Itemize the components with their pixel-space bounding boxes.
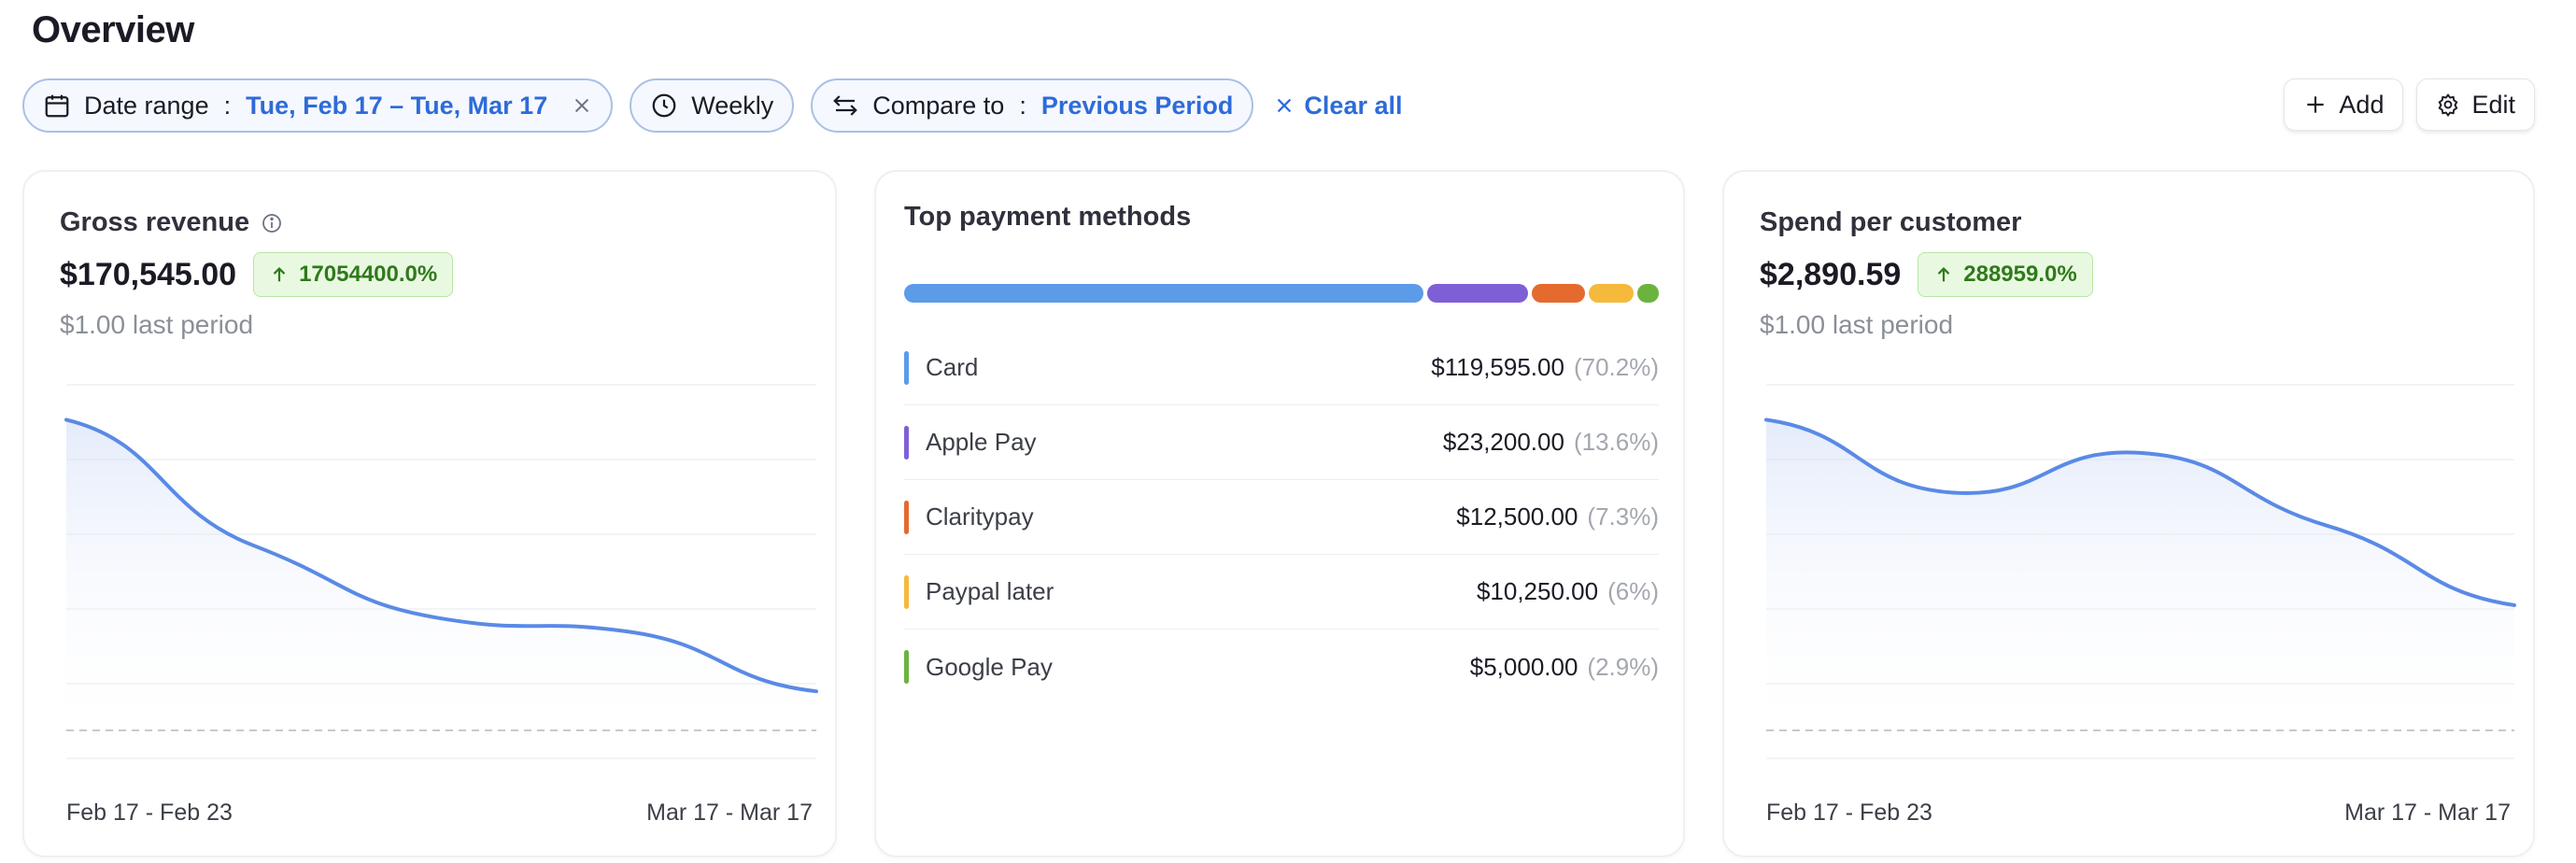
series-marker bbox=[904, 425, 909, 460]
x-axis-end-label: Mar 17 - Mar 17 bbox=[646, 799, 813, 826]
payment-share-bar bbox=[904, 284, 1659, 303]
share-segment bbox=[1589, 284, 1634, 303]
plus-icon bbox=[2303, 92, 2328, 117]
interval-filter[interactable]: Weekly bbox=[630, 78, 795, 133]
edit-button[interactable]: Edit bbox=[2416, 78, 2535, 131]
payment-method-percent: (6%) bbox=[1607, 577, 1659, 605]
compare-label: Compare to bbox=[872, 91, 1005, 120]
series-marker bbox=[904, 650, 909, 684]
payment-method-amount: $119,595.00 bbox=[1431, 353, 1564, 381]
compare-separator: : bbox=[1019, 91, 1026, 120]
list-item: Paypal later $10,250.00 (6%) bbox=[904, 555, 1659, 630]
share-segment bbox=[1426, 284, 1528, 303]
x-axis-start-label: Feb 17 - Feb 23 bbox=[1766, 799, 1932, 826]
list-item: Apple Pay $23,200.00 (13.6%) bbox=[904, 405, 1659, 480]
filter-bar: Date range : Tue, Feb 17 – Tue, Mar 17 W… bbox=[22, 78, 1402, 133]
payment-methods-title: Top payment methods bbox=[904, 202, 1192, 232]
share-segment bbox=[1637, 284, 1659, 303]
date-range-separator: : bbox=[223, 91, 232, 120]
payment-methods-card[interactable]: Top payment methods Card $119,595.00 (70… bbox=[874, 170, 1685, 857]
series-marker bbox=[904, 500, 909, 534]
list-item: Google Pay $5,000.00 (2.9%) bbox=[904, 630, 1659, 704]
spend-per-customer-card[interactable]: Spend per customer $2,890.59 288959.0% $… bbox=[1722, 170, 2535, 857]
payment-method-amount: $23,200.00 bbox=[1442, 428, 1564, 456]
share-segment bbox=[1531, 284, 1586, 303]
date-range-value: Tue, Feb 17 – Tue, Mar 17 bbox=[246, 91, 548, 120]
share-segment bbox=[904, 284, 1423, 303]
x-axis-end-label: Mar 17 - Mar 17 bbox=[2344, 799, 2511, 826]
spend-per-customer-chart bbox=[1764, 384, 2516, 759]
series-marker bbox=[904, 574, 909, 609]
interval-label: Weekly bbox=[691, 91, 774, 120]
payment-method-name: Card bbox=[926, 353, 979, 381]
add-button[interactable]: Add bbox=[2284, 78, 2404, 131]
series-marker bbox=[904, 350, 909, 385]
edit-button-label: Edit bbox=[2471, 90, 2515, 119]
payment-method-name: Paypal later bbox=[926, 577, 1054, 605]
payment-methods-list: Card $119,595.00 (70.2%) Apple Pay $23,2… bbox=[904, 331, 1659, 704]
payment-method-amount: $10,250.00 bbox=[1476, 577, 1599, 605]
payment-method-name: Apple Pay bbox=[926, 428, 1037, 456]
close-icon[interactable] bbox=[572, 95, 592, 116]
payment-method-name: Google Pay bbox=[926, 652, 1053, 681]
clear-all-button[interactable]: Clear all bbox=[1274, 92, 1402, 120]
gross-revenue-chart bbox=[64, 384, 818, 759]
list-item: Card $119,595.00 (70.2%) bbox=[904, 331, 1659, 405]
x-axis-start-label: Feb 17 - Feb 23 bbox=[66, 799, 233, 826]
payment-method-amount: $5,000.00 bbox=[1469, 652, 1578, 681]
close-icon bbox=[1274, 95, 1295, 116]
payment-method-percent: (7.3%) bbox=[1587, 502, 1659, 531]
payment-method-percent: (70.2%) bbox=[1573, 353, 1659, 381]
add-button-label: Add bbox=[2339, 90, 2385, 119]
payment-method-percent: (2.9%) bbox=[1587, 652, 1659, 681]
clear-all-label: Clear all bbox=[1304, 91, 1403, 120]
series-area bbox=[66, 419, 816, 751]
clock-icon bbox=[650, 92, 678, 120]
date-range-label: Date range bbox=[84, 91, 209, 120]
payment-method-amount: $12,500.00 bbox=[1456, 502, 1578, 531]
list-item: Claritypay $12,500.00 (7.3%) bbox=[904, 480, 1659, 555]
compare-value: Previous Period bbox=[1040, 91, 1234, 120]
toolbar-actions: Add Edit bbox=[2284, 78, 2535, 131]
gear-icon bbox=[2436, 92, 2460, 117]
swap-arrows-icon bbox=[831, 92, 859, 120]
compare-filter[interactable]: Compare to : Previous Period bbox=[811, 78, 1254, 133]
page-title: Overview bbox=[32, 9, 194, 50]
payment-method-name: Claritypay bbox=[926, 502, 1034, 531]
gross-revenue-card[interactable]: Gross revenue $170,545.00 17054400.0% $1… bbox=[22, 170, 837, 857]
date-range-filter[interactable]: Date range : Tue, Feb 17 – Tue, Mar 17 bbox=[22, 78, 614, 133]
payment-method-percent: (13.6%) bbox=[1573, 428, 1659, 456]
calendar-icon bbox=[43, 92, 71, 120]
